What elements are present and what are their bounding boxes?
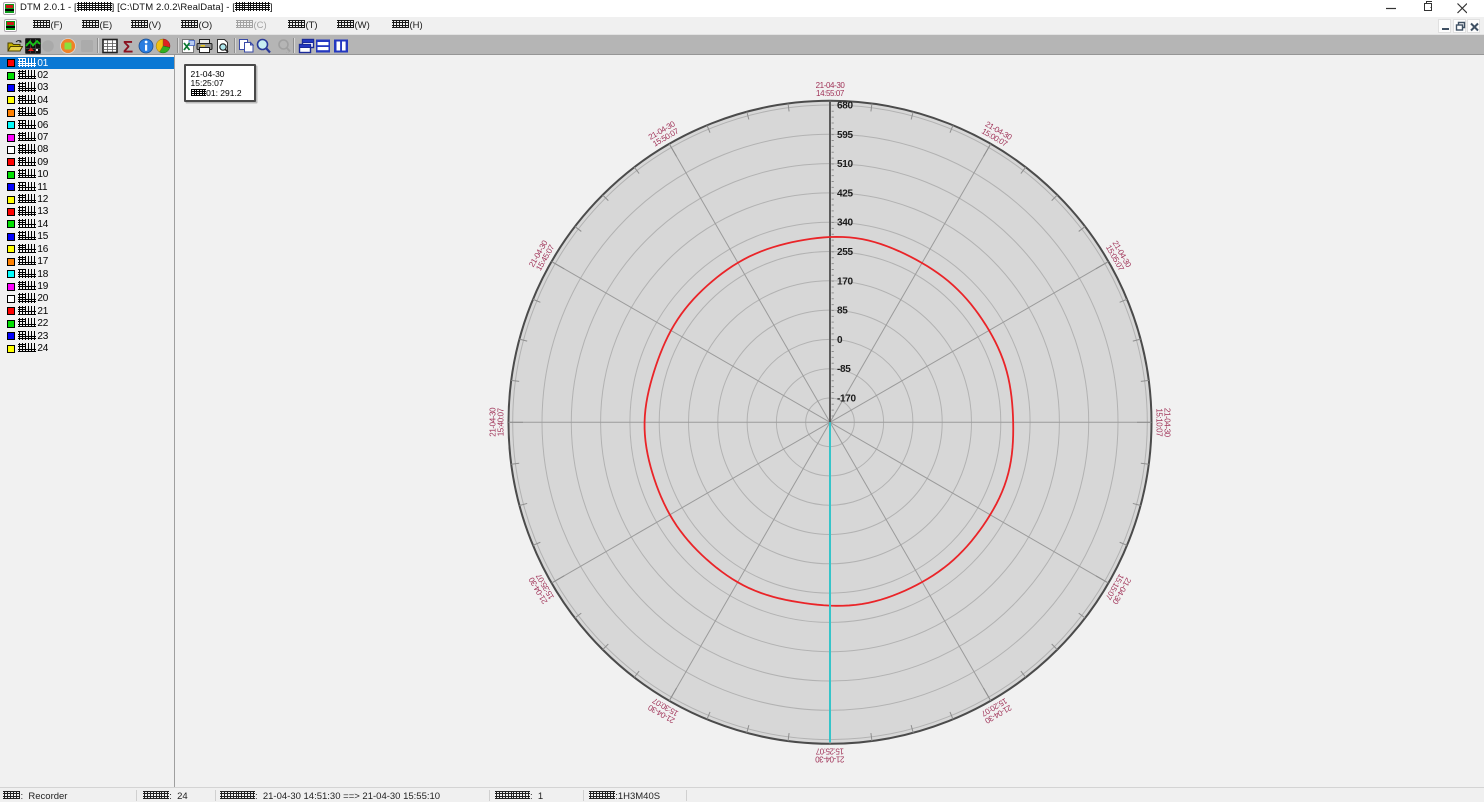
svg-text:85: 85 — [837, 306, 848, 317]
svg-text:170: 170 — [837, 276, 854, 287]
svg-text:425: 425 — [837, 188, 854, 199]
svg-text:-170: -170 — [837, 394, 857, 405]
svg-text:595: 595 — [837, 130, 854, 141]
svg-text:Σ: Σ — [123, 38, 133, 54]
svg-text:0: 0 — [837, 335, 843, 346]
svg-text:510: 510 — [837, 159, 854, 170]
svg-text:15:40:07: 15:40:07 — [497, 407, 506, 436]
svg-text:-85: -85 — [837, 364, 851, 375]
svg-text:14:55:07: 14:55:07 — [816, 89, 845, 98]
svg-text:255: 255 — [837, 247, 854, 258]
svg-text:15:25:07: 15:25:07 — [815, 747, 844, 756]
svg-text:340: 340 — [837, 218, 854, 229]
svg-text:680: 680 — [837, 101, 854, 112]
svg-text:15:10:07: 15:10:07 — [1154, 408, 1163, 437]
